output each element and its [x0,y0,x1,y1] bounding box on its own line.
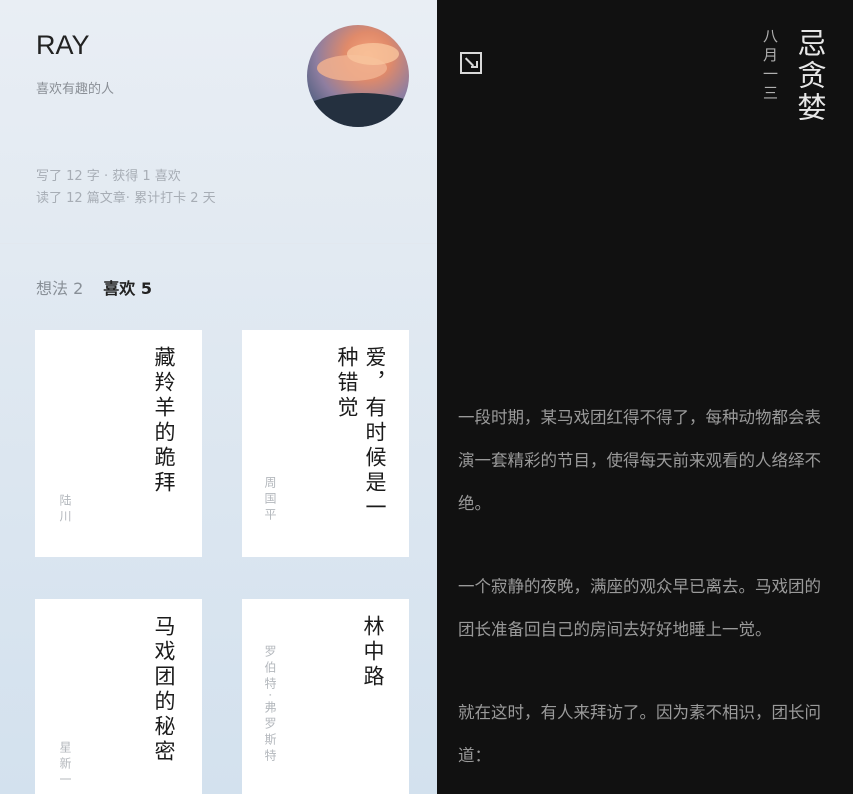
card-title: 爱，有时候是一种错觉 [335,346,387,521]
profile-stats: 写了 12 字 · 获得 1 喜欢 读了 12 篇文章· 累计打卡 2 天 [36,166,216,210]
profile-tabs: 想法 2 喜欢 5 [36,275,152,299]
liked-card[interactable]: 马戏团的秘密 星新一 [35,599,202,794]
article-date: 八月一三 [761,28,779,104]
article-paragraph: 一个寂静的夜晚，满座的观众早已离去。马戏团的团长准备回自己的房间去好好地睡上一觉… [458,577,821,639]
card-author: 星新一 [58,741,72,789]
exit-square-icon[interactable] [460,52,482,74]
tab-likes[interactable]: 喜欢 5 [103,275,152,299]
article-paragraph: 就在这时，有人来拜访了。因为素不相识，团长问道： [458,703,821,765]
profile-bio: 喜欢有趣的人 [36,82,115,97]
card-title: 林中路 [361,615,385,690]
stats-reading: 读了 12 篇文章· 累计打卡 2 天 [36,191,216,206]
article-reader: 忌贪婪 八月一三 一段时期，某马戏团红得不得了，每种动物都会表演一套精彩的节目，… [437,0,853,794]
liked-card[interactable]: 藏羚羊的跪拜 陆川 [35,330,202,557]
avatar[interactable] [307,25,409,127]
card-author: 罗伯特·弗罗斯特 [263,645,277,765]
profile-panel: RAY 喜欢有趣的人 写了 12 字 · 获得 1 喜欢 读了 12 篇文章· … [0,0,437,794]
profile-name: RAY [36,30,90,60]
card-title: 马戏团的秘密 [152,615,176,765]
article-paragraph: 一段时期，某马戏团红得不得了，每种动物都会表演一套精彩的节目，使得每天前来观看的… [458,408,821,513]
stats-writing: 写了 12 字 · 获得 1 喜欢 [36,169,181,184]
liked-card[interactable]: 林中路 罗伯特·弗罗斯特 [242,599,409,794]
article-title: 忌贪婪 [793,28,827,124]
card-author: 陆川 [58,494,72,526]
tab-thoughts[interactable]: 想法 2 [36,275,83,299]
card-author: 周国平 [263,476,277,524]
card-title: 藏羚羊的跪拜 [152,346,176,496]
divider [0,243,437,244]
liked-card[interactable]: 爱，有时候是一种错觉 周国平 [242,330,409,557]
article-body: 一段时期，某马戏团红得不得了，每种动物都会表演一套精彩的节目，使得每天前来观看的… [458,396,830,794]
